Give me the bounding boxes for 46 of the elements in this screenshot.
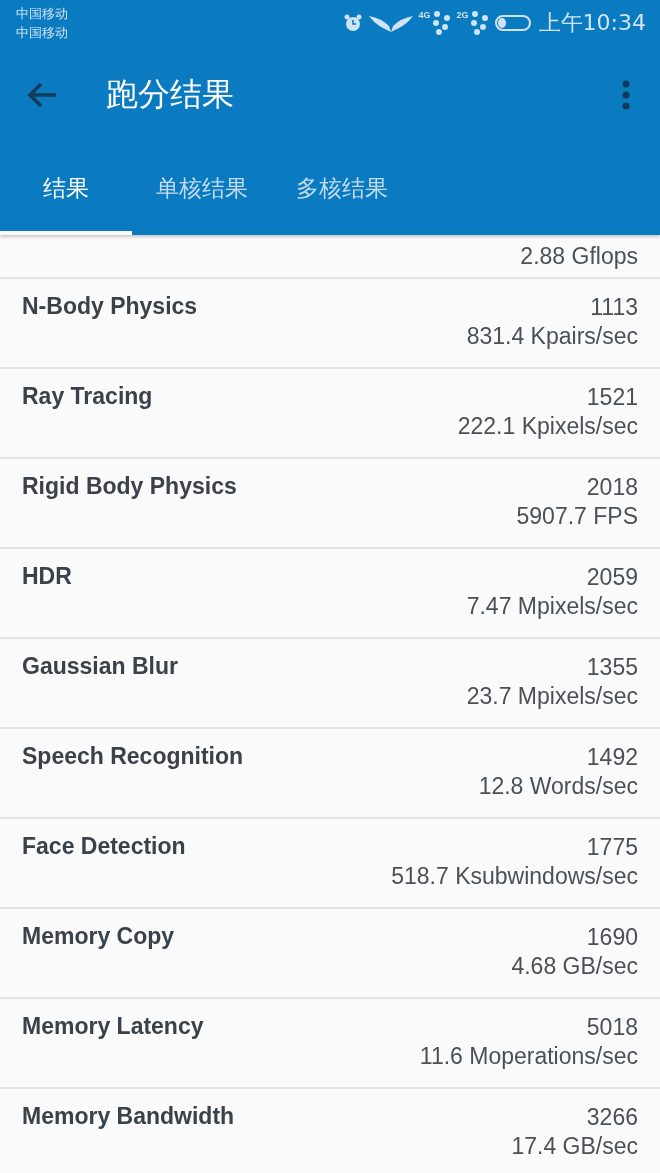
network-type-label: 4G bbox=[418, 9, 431, 20]
tab[interactable]: 结果 bbox=[0, 145, 132, 235]
battery-icon bbox=[494, 14, 531, 31]
test-score: 1492 bbox=[586, 743, 638, 772]
test-name: HDR bbox=[22, 563, 72, 590]
alarm-icon bbox=[342, 12, 363, 33]
test-name: Memory Bandwidth bbox=[22, 1103, 235, 1130]
test-name: Face Detection bbox=[22, 833, 186, 860]
clock-time: 上午10:34 bbox=[538, 8, 646, 37]
carrier-name: 中国移动 bbox=[16, 4, 68, 23]
result-reading: 23.7 Mpixels/sec bbox=[466, 682, 638, 711]
test-name: Gaussian Blur bbox=[22, 653, 178, 680]
test-name: N-Body Physics bbox=[22, 293, 198, 320]
test-score: 1690 bbox=[586, 923, 638, 952]
test-score: 1775 bbox=[586, 833, 638, 862]
signal-stars-icon bbox=[430, 9, 453, 36]
result-reading: 831.4 Kpairs/sec bbox=[466, 322, 638, 351]
test-score: 2018 bbox=[586, 473, 638, 502]
result-reading: 2.88 Gflops bbox=[520, 241, 638, 271]
result-reading: 17.4 GB/sec bbox=[511, 1132, 638, 1161]
test-name: Memory Latency bbox=[22, 1013, 204, 1040]
test-name: Rigid Body Physics bbox=[22, 473, 237, 500]
result-reading: 11.6 Moperations/sec bbox=[419, 1042, 638, 1071]
test-name: Ray Tracing bbox=[22, 383, 153, 410]
test-score: 1521 bbox=[586, 383, 638, 412]
signal-stars-icon bbox=[468, 9, 491, 36]
result-reading: 222.1 Kpixels/sec bbox=[457, 412, 638, 441]
test-score: 1355 bbox=[586, 653, 638, 682]
more-options-icon bbox=[622, 80, 630, 110]
test-score: 1113 bbox=[590, 293, 638, 322]
result-reading: 5907.7 FPS bbox=[516, 502, 638, 531]
network-type-label: 2G bbox=[456, 9, 469, 20]
tab[interactable]: 单核结果 bbox=[132, 145, 272, 235]
result-reading: 7.47 Mpixels/sec bbox=[466, 592, 638, 621]
test-score: 5018 bbox=[586, 1013, 638, 1042]
test-score: 2059 bbox=[586, 563, 638, 592]
test-name: Memory Copy bbox=[22, 923, 175, 950]
back-arrow-icon bbox=[26, 81, 58, 109]
result-reading: 518.7 Ksubwindows/sec bbox=[391, 862, 638, 891]
test-score: 3266 bbox=[586, 1103, 638, 1132]
tab[interactable]: 多核结果 bbox=[272, 145, 412, 235]
result-reading: 12.8 Words/sec bbox=[478, 772, 638, 801]
carrier-name: 中国移动 bbox=[16, 23, 68, 42]
test-name: Speech Recognition bbox=[22, 743, 244, 770]
screen-title: 跑分结果 bbox=[106, 74, 235, 115]
result-reading: 4.68 GB/sec bbox=[511, 952, 638, 981]
